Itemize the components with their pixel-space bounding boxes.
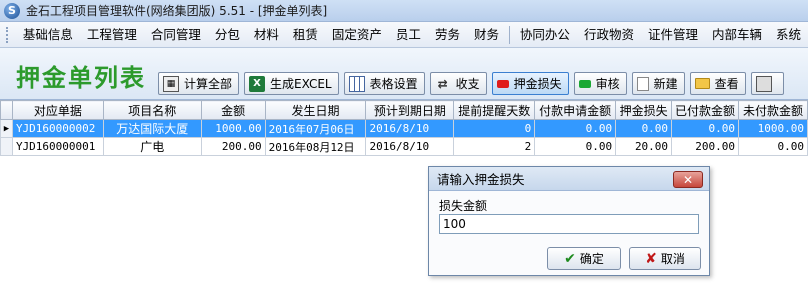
column-header[interactable]: 付款申请金额	[534, 100, 617, 120]
approve-label: 审核	[595, 77, 620, 91]
window-titlebar: S 金石工程项目管理软件(网络集团版) 5.51 - [押金单列表]	[0, 0, 808, 22]
view-label: 查看	[714, 77, 739, 91]
column-header[interactable]: 预计到期日期	[365, 100, 455, 120]
cell-amount[interactable]: 1000.00	[200, 119, 266, 138]
column-header[interactable]: 项目名称	[102, 100, 202, 120]
column-header[interactable]: 提前提醒天数	[453, 100, 536, 120]
menu-separator	[508, 25, 510, 44]
menu-item-collab-office[interactable]: 协同办公	[513, 22, 577, 48]
close-icon: ✕	[682, 172, 694, 187]
menu-item-admin-supplies[interactable]: 行政物资	[577, 22, 641, 48]
column-header[interactable]: 发生日期	[264, 100, 367, 120]
cell-paid[interactable]: 200.00	[671, 137, 739, 156]
row-indicator-header	[0, 100, 13, 120]
column-header[interactable]: 已付款金额	[671, 100, 739, 120]
deposit-loss-label: 押金损失	[513, 77, 562, 91]
menu-item-project-mgmt[interactable]: 工程管理	[80, 22, 144, 48]
checkmark-icon: ✔	[564, 250, 576, 267]
calc-all-label: 计算全部	[184, 77, 233, 91]
cell-paid[interactable]: 0.00	[671, 119, 739, 138]
cell-doc[interactable]: YJD160000001	[11, 137, 104, 156]
dialog-title: 请输入押金损失	[429, 167, 709, 191]
swap-arrows-icon: ⇄	[437, 76, 448, 91]
table-row[interactable]: ▶ YJD160000002 万达国际大厦 1000.00 2016年07月06…	[0, 119, 808, 138]
cell-loss[interactable]: 20.00	[615, 137, 673, 156]
new-button[interactable]: 新建	[631, 72, 685, 95]
menu-bar: 基础信息 工程管理 合同管理 分包 材料 租赁 固定资产 员工 劳务 财务 协同…	[0, 22, 808, 48]
table-row[interactable]: YJD160000001 广电 200.00 2016年08月12日 2016/…	[0, 137, 808, 156]
calculator-icon: ▦	[163, 75, 179, 92]
loss-amount-label: 损失金额	[439, 199, 488, 213]
view-button[interactable]: 查看	[689, 72, 746, 95]
cell-unpaid[interactable]: 0.00	[738, 137, 808, 156]
excel-icon: X	[249, 75, 266, 92]
row-pointer-icon: ▶	[0, 119, 13, 138]
column-header[interactable]: 金额	[200, 100, 266, 120]
cell-unpaid[interactable]: 1000.00	[738, 119, 808, 138]
column-header[interactable]: 押金损失	[615, 100, 673, 120]
table-settings-button[interactable]: 表格设置	[343, 72, 425, 95]
cell-amount[interactable]: 200.00	[200, 137, 266, 156]
page-title: 押金单列表	[16, 63, 146, 92]
cancel-label: 取消	[660, 252, 685, 266]
dialog-ok-button[interactable]: ✔ 确定	[547, 247, 621, 270]
page-header: 押金单列表 ▦ 计算全部 X 生成EXCEL 表格设置 ⇄ 收支 押金损失 审核…	[0, 48, 808, 100]
menu-item-labor[interactable]: 劳务	[428, 22, 467, 48]
receive-pay-label: 收支	[455, 77, 480, 91]
cell-date[interactable]: 2016年07月06日	[264, 119, 367, 138]
folder-icon	[694, 78, 710, 89]
menu-item-system[interactable]: 系统	[769, 22, 808, 48]
menu-item-basic-info[interactable]: 基础信息	[16, 22, 80, 48]
cell-loss[interactable]: 0.00	[615, 119, 673, 138]
toolbar: ▦ 计算全部 X 生成EXCEL 表格设置 ⇄ 收支 押金损失 审核 新建 查看	[158, 72, 784, 96]
new-document-icon	[636, 76, 649, 91]
deposit-loss-dialog: 请输入押金损失 ✕ 损失金额 ✔ 确定 ✘ 取消	[428, 166, 710, 276]
cell-project[interactable]: 万达国际大厦	[102, 119, 202, 138]
menu-item-certificates[interactable]: 证件管理	[641, 22, 705, 48]
window-title: 金石工程项目管理软件(网络集团版) 5.51 - [押金单列表]	[26, 4, 328, 18]
menu-item-staff[interactable]: 员工	[389, 22, 428, 48]
receive-pay-button[interactable]: ⇄ 收支	[429, 72, 487, 95]
print-button[interactable]	[750, 72, 784, 95]
menu-item-subcontract[interactable]: 分包	[208, 22, 247, 48]
cell-apply[interactable]: 0.00	[534, 137, 617, 156]
table-header-row: 对应单据 项目名称 金额 发生日期 预计到期日期 提前提醒天数 付款申请金额 押…	[0, 100, 808, 120]
cell-doc[interactable]: YJD160000002	[11, 119, 104, 138]
menu-item-leasing[interactable]: 租赁	[286, 22, 325, 48]
app-logo-icon: S	[4, 2, 20, 19]
table-settings-label: 表格设置	[369, 77, 418, 91]
green-status-icon	[578, 79, 591, 88]
deposit-list-table: 对应单据 项目名称 金额 发生日期 预计到期日期 提前提醒天数 付款申请金额 押…	[0, 100, 808, 156]
menu-item-fixed-assets[interactable]: 固定资产	[325, 22, 389, 48]
column-header[interactable]: 未付款金额	[738, 100, 808, 120]
cancel-x-icon: ✘	[645, 250, 657, 267]
menu-item-vehicles[interactable]: 内部车辆	[705, 22, 769, 48]
printer-icon	[755, 75, 772, 92]
cell-due[interactable]: 2016/8/10	[365, 119, 455, 138]
menu-item-finance[interactable]: 财务	[467, 22, 506, 48]
cell-due[interactable]: 2016/8/10	[365, 137, 455, 156]
calc-all-button[interactable]: ▦ 计算全部	[158, 72, 240, 95]
red-status-icon	[496, 79, 509, 88]
menu-item-materials[interactable]: 材料	[247, 22, 286, 48]
cell-project[interactable]: 广电	[102, 137, 202, 156]
menu-grip-handle[interactable]	[6, 26, 12, 43]
row-indicator	[0, 137, 13, 156]
dialog-cancel-button[interactable]: ✘ 取消	[629, 247, 701, 270]
cell-apply[interactable]: 0.00	[534, 119, 617, 138]
export-excel-button[interactable]: X 生成EXCEL	[244, 72, 339, 95]
loss-amount-input[interactable]	[439, 214, 699, 234]
export-excel-label: 生成EXCEL	[270, 77, 332, 91]
column-header[interactable]: 对应单据	[11, 100, 104, 120]
cell-remind[interactable]: 2	[453, 137, 536, 156]
cell-remind[interactable]: 0	[453, 119, 536, 138]
deposit-loss-button[interactable]: 押金损失	[491, 72, 569, 95]
new-label: 新建	[653, 77, 678, 91]
dialog-close-button[interactable]: ✕	[673, 171, 703, 188]
menu-item-contract-mgmt[interactable]: 合同管理	[144, 22, 208, 48]
cell-date[interactable]: 2016年08月12日	[264, 137, 367, 156]
ok-label: 确定	[579, 252, 604, 266]
approve-button[interactable]: 审核	[573, 72, 627, 95]
grid-settings-icon	[348, 75, 365, 92]
